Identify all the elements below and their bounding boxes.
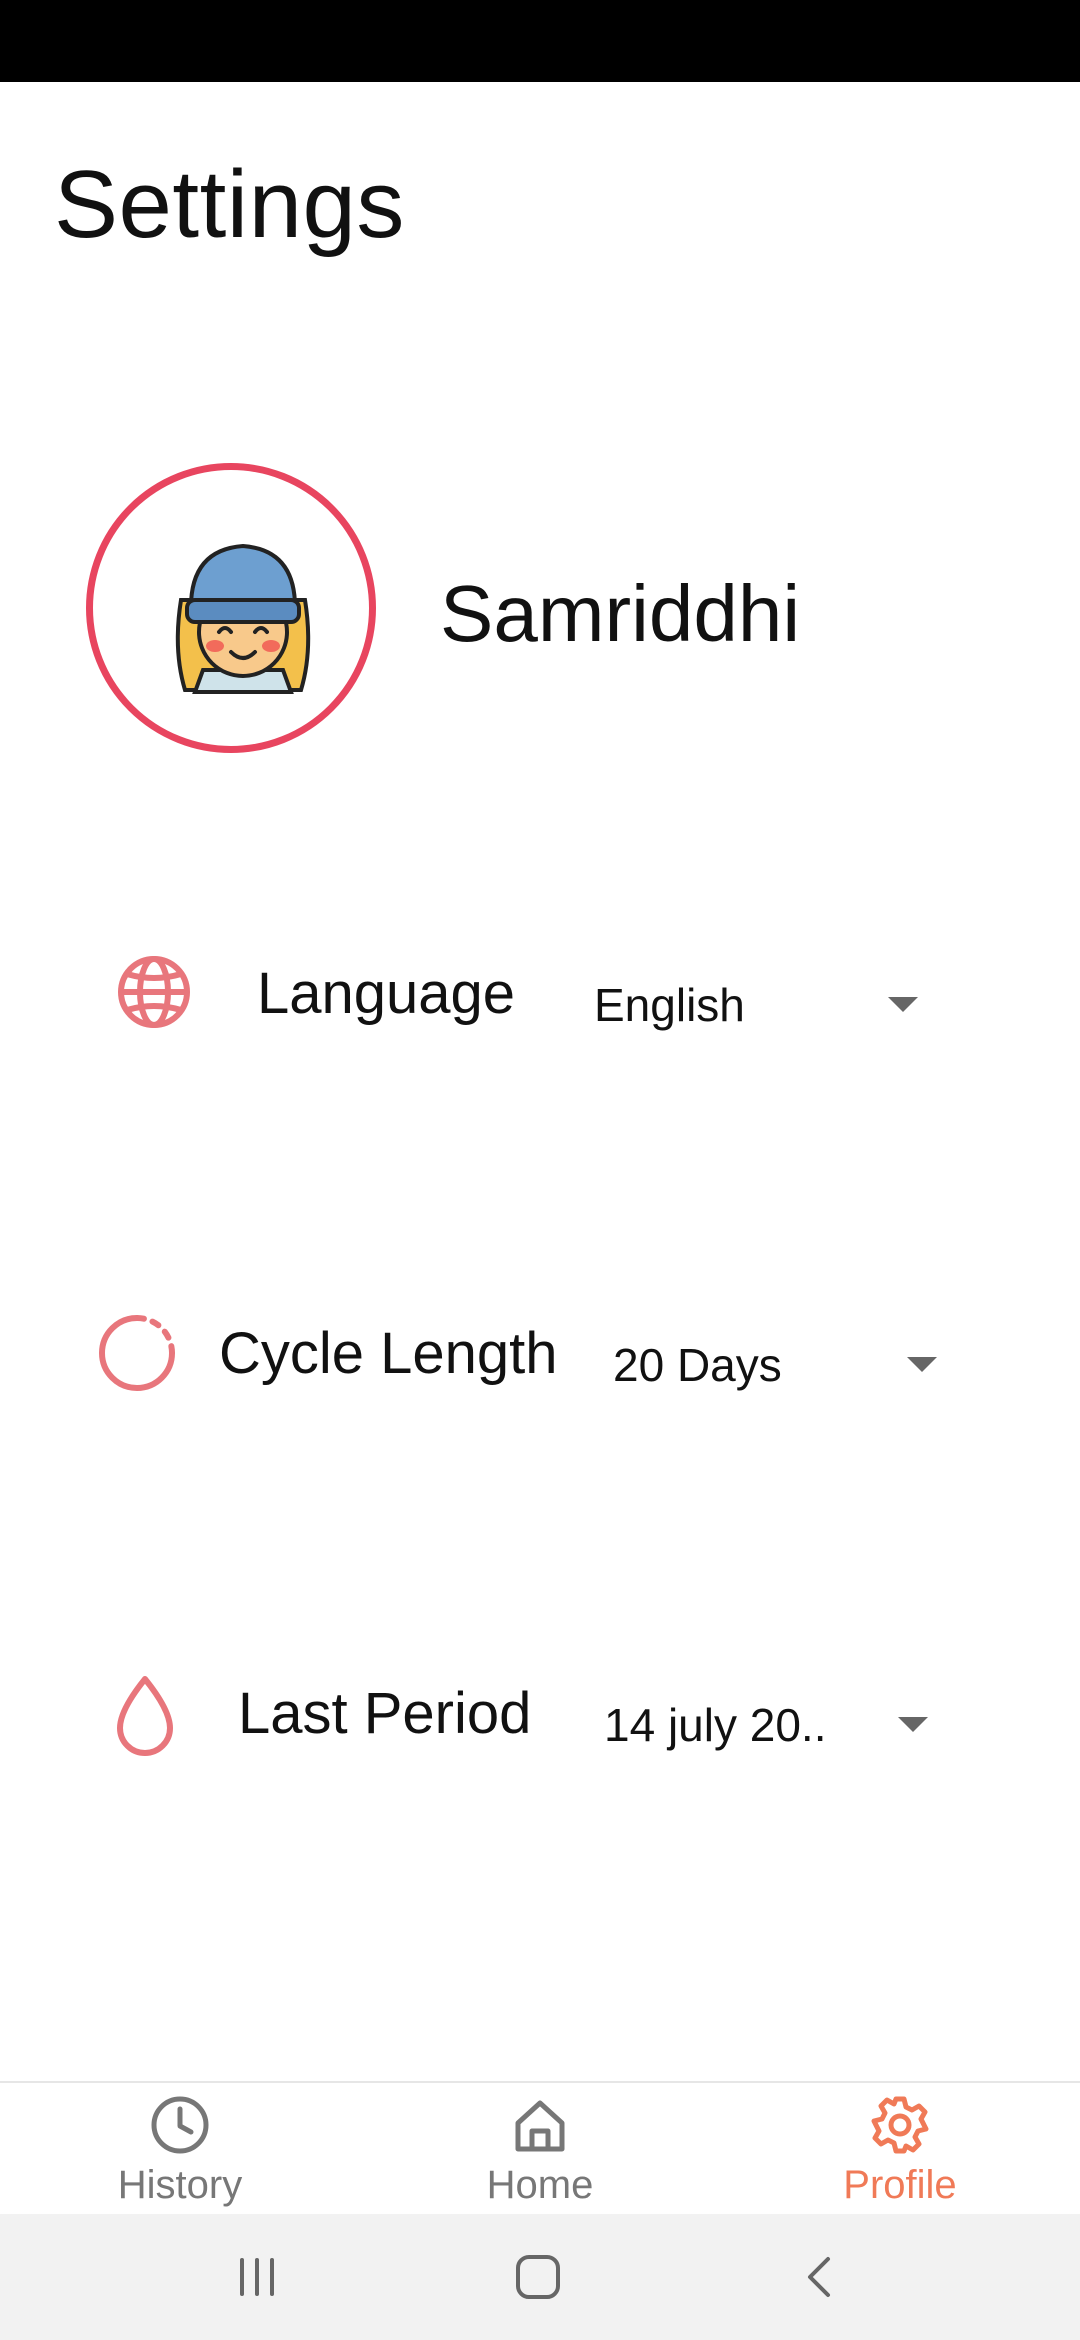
globe-icon: [118, 956, 190, 1028]
home-icon: [515, 2100, 565, 2152]
avatar-illustration-icon: [175, 543, 311, 694]
cycle-length-select[interactable]: 20 Days: [613, 1338, 782, 1392]
status-bar: [0, 0, 1080, 82]
system-nav-bar: [0, 2214, 1080, 2340]
chevron-down-icon[interactable]: [888, 997, 918, 1012]
avatar[interactable]: [86, 463, 376, 753]
chevron-down-icon[interactable]: [907, 1357, 937, 1372]
back-icon[interactable]: [800, 2254, 840, 2300]
clock-icon: [151, 2096, 209, 2154]
setting-label: Cycle Length: [219, 1321, 558, 1386]
setting-language-row[interactable]: Language English: [0, 930, 1080, 1050]
bottom-nav: History Home Profile: [0, 2081, 1080, 2214]
tab-profile[interactable]: Profile: [790, 2083, 1010, 2216]
profile-name: Samriddhi: [440, 569, 801, 658]
chevron-down-icon[interactable]: [898, 1717, 928, 1732]
home-button-icon[interactable]: [514, 2254, 562, 2300]
setting-label: Last Period: [238, 1681, 532, 1746]
cycle-icon: [99, 1315, 175, 1391]
setting-cycle-length-row[interactable]: Cycle Length 20 Days: [0, 1290, 1080, 1410]
tab-home[interactable]: Home: [430, 2083, 650, 2216]
gear-icon: [871, 2096, 929, 2154]
setting-label: Language: [257, 961, 516, 1026]
tab-history[interactable]: History: [70, 2083, 290, 2216]
language-select[interactable]: English: [594, 978, 745, 1032]
tab-label: Profile: [843, 2163, 957, 2207]
setting-last-period-row[interactable]: Last Period 14 july 20..: [0, 1650, 1080, 1770]
page-title: Settings: [54, 151, 405, 258]
last-period-select[interactable]: 14 july 20..: [604, 1698, 826, 1752]
tab-label: Home: [486, 2163, 594, 2207]
recent-apps-icon[interactable]: [234, 2254, 280, 2300]
tab-label: History: [117, 2163, 243, 2207]
drop-icon: [117, 1676, 173, 1756]
